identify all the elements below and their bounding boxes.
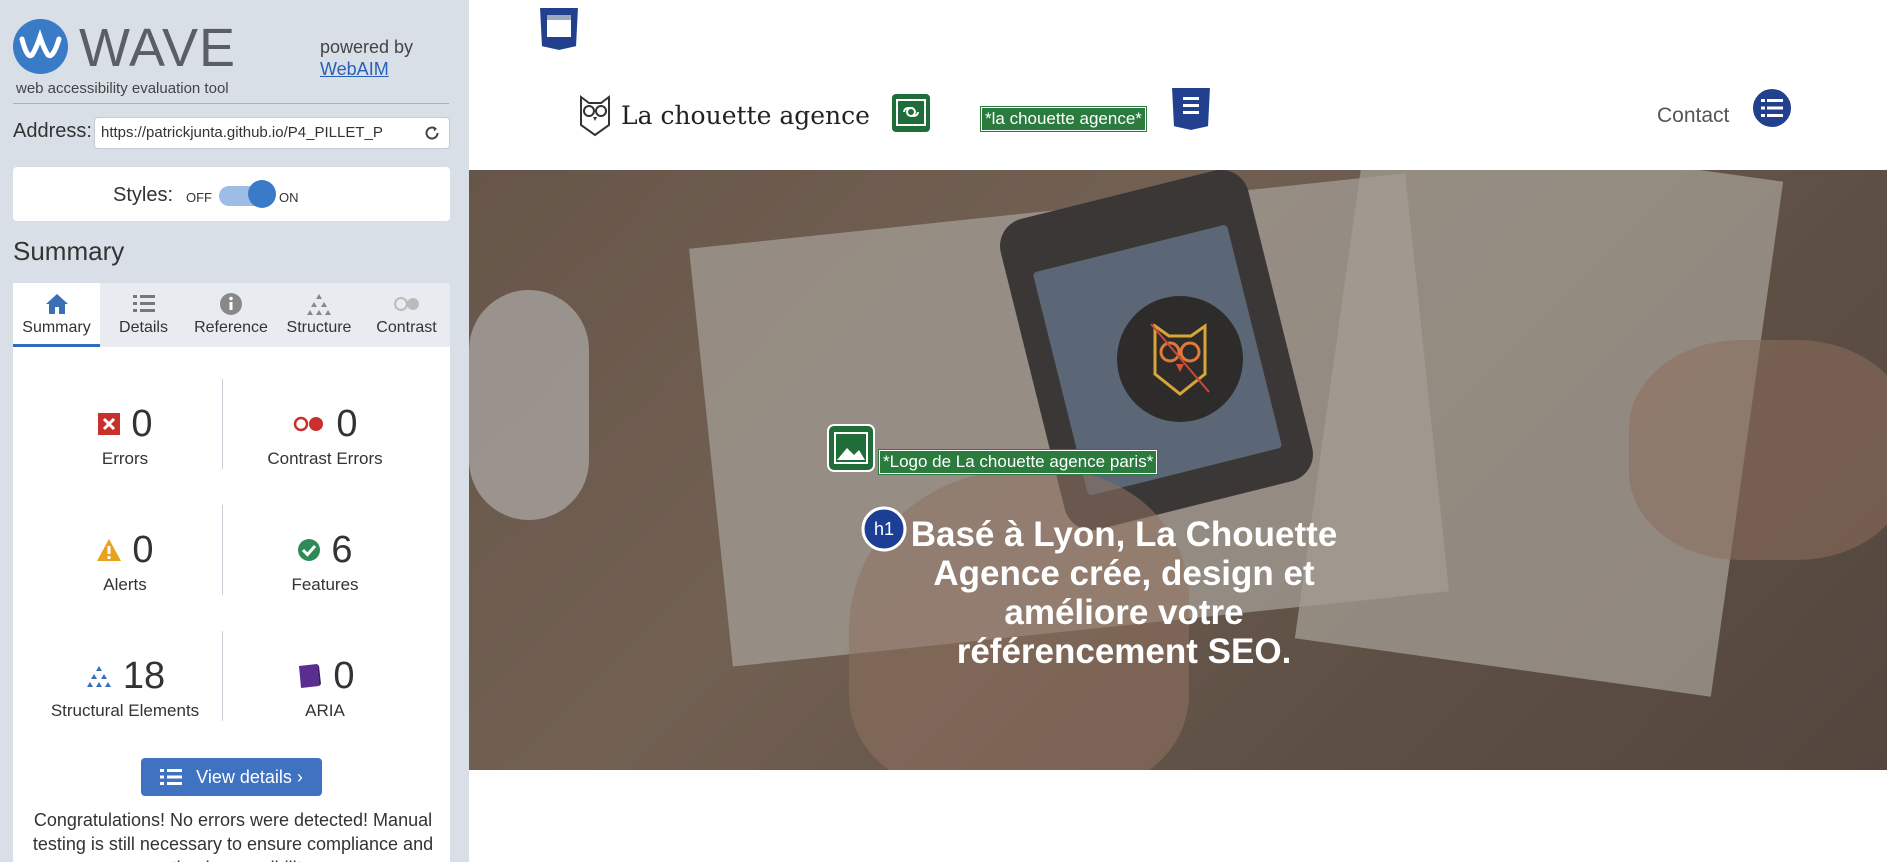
alt-text-tag: *Logo de La chouette agence paris* [877, 449, 1159, 475]
site-logo[interactable]: La chouette agence [575, 93, 870, 137]
panel-tabs: Summary Details Reference Structure Cont… [13, 283, 450, 347]
tab-reference[interactable]: Reference [187, 283, 275, 347]
tab-contrast[interactable]: Contrast [363, 283, 450, 347]
hero-heading: Basé à Lyon, La Chouette Agence crée, de… [910, 515, 1338, 671]
error-icon [98, 413, 121, 435]
reload-icon[interactable] [423, 124, 441, 142]
contrast-errors-count: 0 [336, 402, 358, 445]
address-label: Address: [13, 120, 92, 142]
site-logo-text: La chouette agence [621, 100, 870, 130]
wave-structure-marker-icon[interactable] [537, 5, 581, 51]
aria-count: 0 [333, 654, 355, 697]
styles-off-label: OFF [186, 190, 212, 205]
tab-structure[interactable]: Structure [275, 283, 363, 347]
structure-icon [86, 666, 111, 687]
feature-check-icon [298, 539, 321, 561]
stat-contrast-errors[interactable]: 0 Contrast Errors [225, 401, 425, 469]
styles-on-label: ON [279, 190, 299, 205]
contact-link[interactable]: Contact [1657, 104, 1729, 128]
wave-linked-image-icon[interactable] [890, 92, 932, 134]
owl-logo-icon [580, 95, 610, 137]
wave-image-alt-icon[interactable] [827, 424, 875, 472]
features-count: 6 [331, 528, 353, 571]
webaim-link[interactable]: WebAIM [320, 58, 413, 80]
summary-heading: Summary [13, 236, 125, 266]
structural-count: 18 [122, 654, 166, 697]
structure-icon [307, 294, 331, 315]
alert-icon [97, 539, 122, 561]
wave-title: WAVE [79, 18, 237, 78]
aria-icon [299, 664, 322, 688]
errors-count: 0 [131, 402, 153, 445]
powered-by-text: powered by [320, 37, 414, 57]
errors-label: Errors [101, 449, 149, 468]
address-field[interactable]: https://patrickjunta.github.io/P4_PILLET… [94, 117, 450, 149]
list-icon [132, 295, 155, 312]
stat-structural[interactable]: 18 Structural Elements [25, 653, 225, 721]
owl-logo-icon [1150, 323, 1210, 396]
stat-features[interactable]: 6 Features [225, 527, 425, 595]
stat-errors[interactable]: 0 Errors [25, 401, 225, 469]
hero-banner: *Logo de La chouette agence paris* h1 Ba… [469, 170, 1887, 770]
view-details-button[interactable]: View details › [141, 758, 322, 796]
contrast-errors-label: Contrast Errors [267, 449, 383, 468]
congrats-message: Congratulations! No errors were detected… [32, 810, 434, 862]
list-icon [160, 769, 183, 785]
alerts-count: 0 [132, 528, 154, 571]
styles-label: Styles: [113, 184, 174, 206]
wave-list-marker-icon[interactable] [1169, 85, 1213, 133]
tab-details[interactable]: Details [100, 283, 187, 347]
contrast-icon [393, 297, 419, 311]
aria-label: ARIA [305, 701, 345, 720]
styles-toggle-box: Styles: OFF ON [13, 167, 450, 221]
hero-owl-logo [1117, 296, 1243, 422]
stat-alerts[interactable]: 0 Alerts [25, 527, 225, 595]
stat-aria[interactable]: 0 ARIA [225, 653, 425, 721]
contrast-error-icon [294, 416, 324, 432]
structural-label: Structural Elements [50, 701, 200, 720]
wave-logo-icon [13, 19, 68, 74]
features-label: Features [291, 575, 359, 594]
alerts-label: Alerts [103, 575, 147, 594]
info-icon [220, 293, 242, 315]
wave-sidebar: WAVE web accessibility evaluation tool p… [0, 0, 469, 862]
powered-by: powered by WebAIM [320, 36, 413, 80]
tab-summary[interactable]: Summary [13, 283, 100, 347]
divider [13, 103, 449, 104]
evaluated-page: La chouette agence *la chouette agence* … [469, 0, 1887, 862]
home-icon [45, 294, 68, 314]
view-details-label: View details › [196, 766, 303, 787]
address-input[interactable]: https://patrickjunta.github.io/P4_PILLET… [101, 124, 413, 141]
wave-navigation-icon[interactable] [1751, 87, 1793, 129]
summary-panel: 0 Errors 0 Contrast Errors 0 Alerts 6 Fe… [13, 347, 450, 862]
alt-text-tag: *la chouette agence* [980, 106, 1147, 132]
styles-toggle-knob[interactable] [248, 180, 276, 208]
wave-tagline: web accessibility evaluation tool [16, 80, 229, 97]
